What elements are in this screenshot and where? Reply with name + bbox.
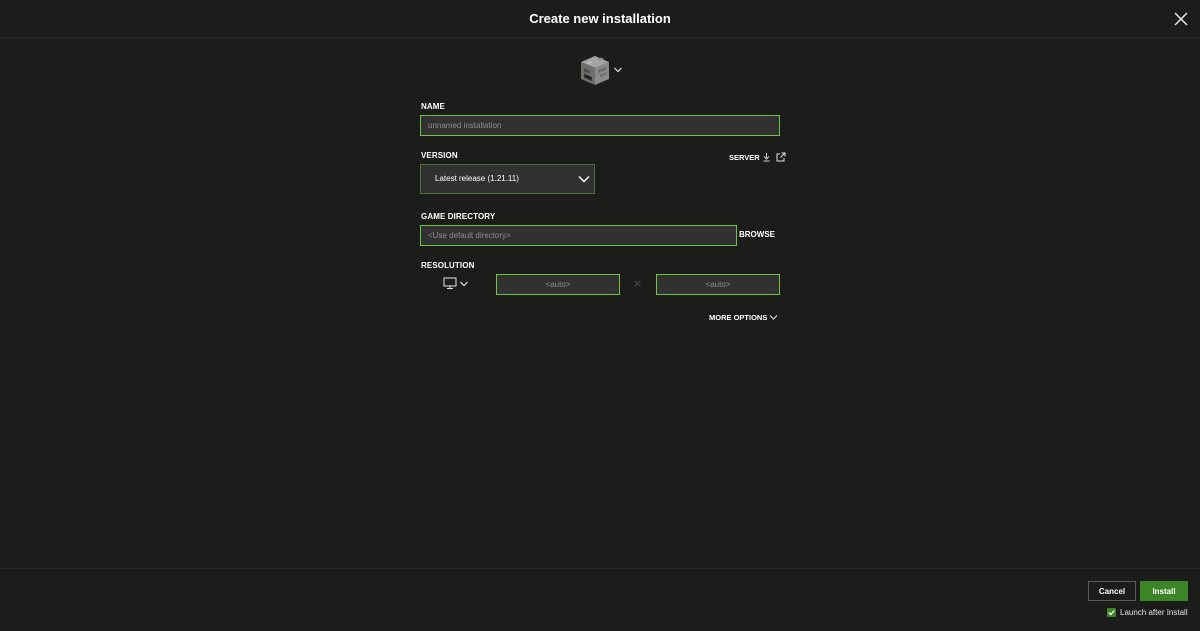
download-icon xyxy=(763,153,770,162)
times-icon xyxy=(634,280,641,287)
dialog-footer xyxy=(0,568,1200,631)
server-link-label: SERVER xyxy=(729,152,760,162)
dialog-title: Create new installation xyxy=(529,11,671,26)
version-select[interactable]: Latest release (1.21.11) xyxy=(420,164,595,194)
resolution-label: RESOLUTION xyxy=(421,261,475,270)
installation-icon-picker[interactable] xyxy=(578,54,628,88)
launch-after-install-label: Launch after Install xyxy=(1120,607,1188,617)
monitor-icon xyxy=(443,277,457,289)
chevron-down-icon xyxy=(578,176,590,183)
server-download-link[interactable]: SERVER xyxy=(729,151,786,163)
checkbox-checked[interactable] xyxy=(1107,607,1116,617)
install-button[interactable]: Install xyxy=(1140,581,1188,601)
name-input[interactable] xyxy=(420,115,780,136)
resolution-width-input[interactable] xyxy=(496,274,620,295)
cancel-button[interactable]: Cancel xyxy=(1088,581,1136,601)
chevron-down-icon xyxy=(769,315,778,320)
version-selected-value: Latest release (1.21.11) xyxy=(435,174,519,183)
furnace-block-icon xyxy=(581,56,609,85)
chevron-down-icon xyxy=(614,67,622,73)
game-directory-label: GAME DIRECTORY xyxy=(421,212,496,221)
resolution-preset-dropdown[interactable] xyxy=(443,277,469,290)
name-label: NAME xyxy=(421,102,445,111)
game-directory-input[interactable] xyxy=(420,225,737,246)
close-button[interactable] xyxy=(1172,10,1190,28)
close-icon xyxy=(1174,12,1188,26)
more-options-label: MORE OPTIONS xyxy=(709,312,768,322)
more-options-toggle[interactable]: MORE OPTIONS xyxy=(709,311,778,323)
resolution-height-input[interactable] xyxy=(656,274,780,295)
browse-button[interactable]: BROWSE xyxy=(739,230,775,239)
launch-after-install-checkbox[interactable]: Launch after Install xyxy=(1107,606,1188,618)
chevron-down-icon xyxy=(460,281,468,287)
dialog-header: Create new installation xyxy=(0,0,1200,38)
checkmark-icon xyxy=(1108,609,1115,615)
external-link-icon xyxy=(776,152,786,162)
version-label: VERSION xyxy=(421,151,458,160)
